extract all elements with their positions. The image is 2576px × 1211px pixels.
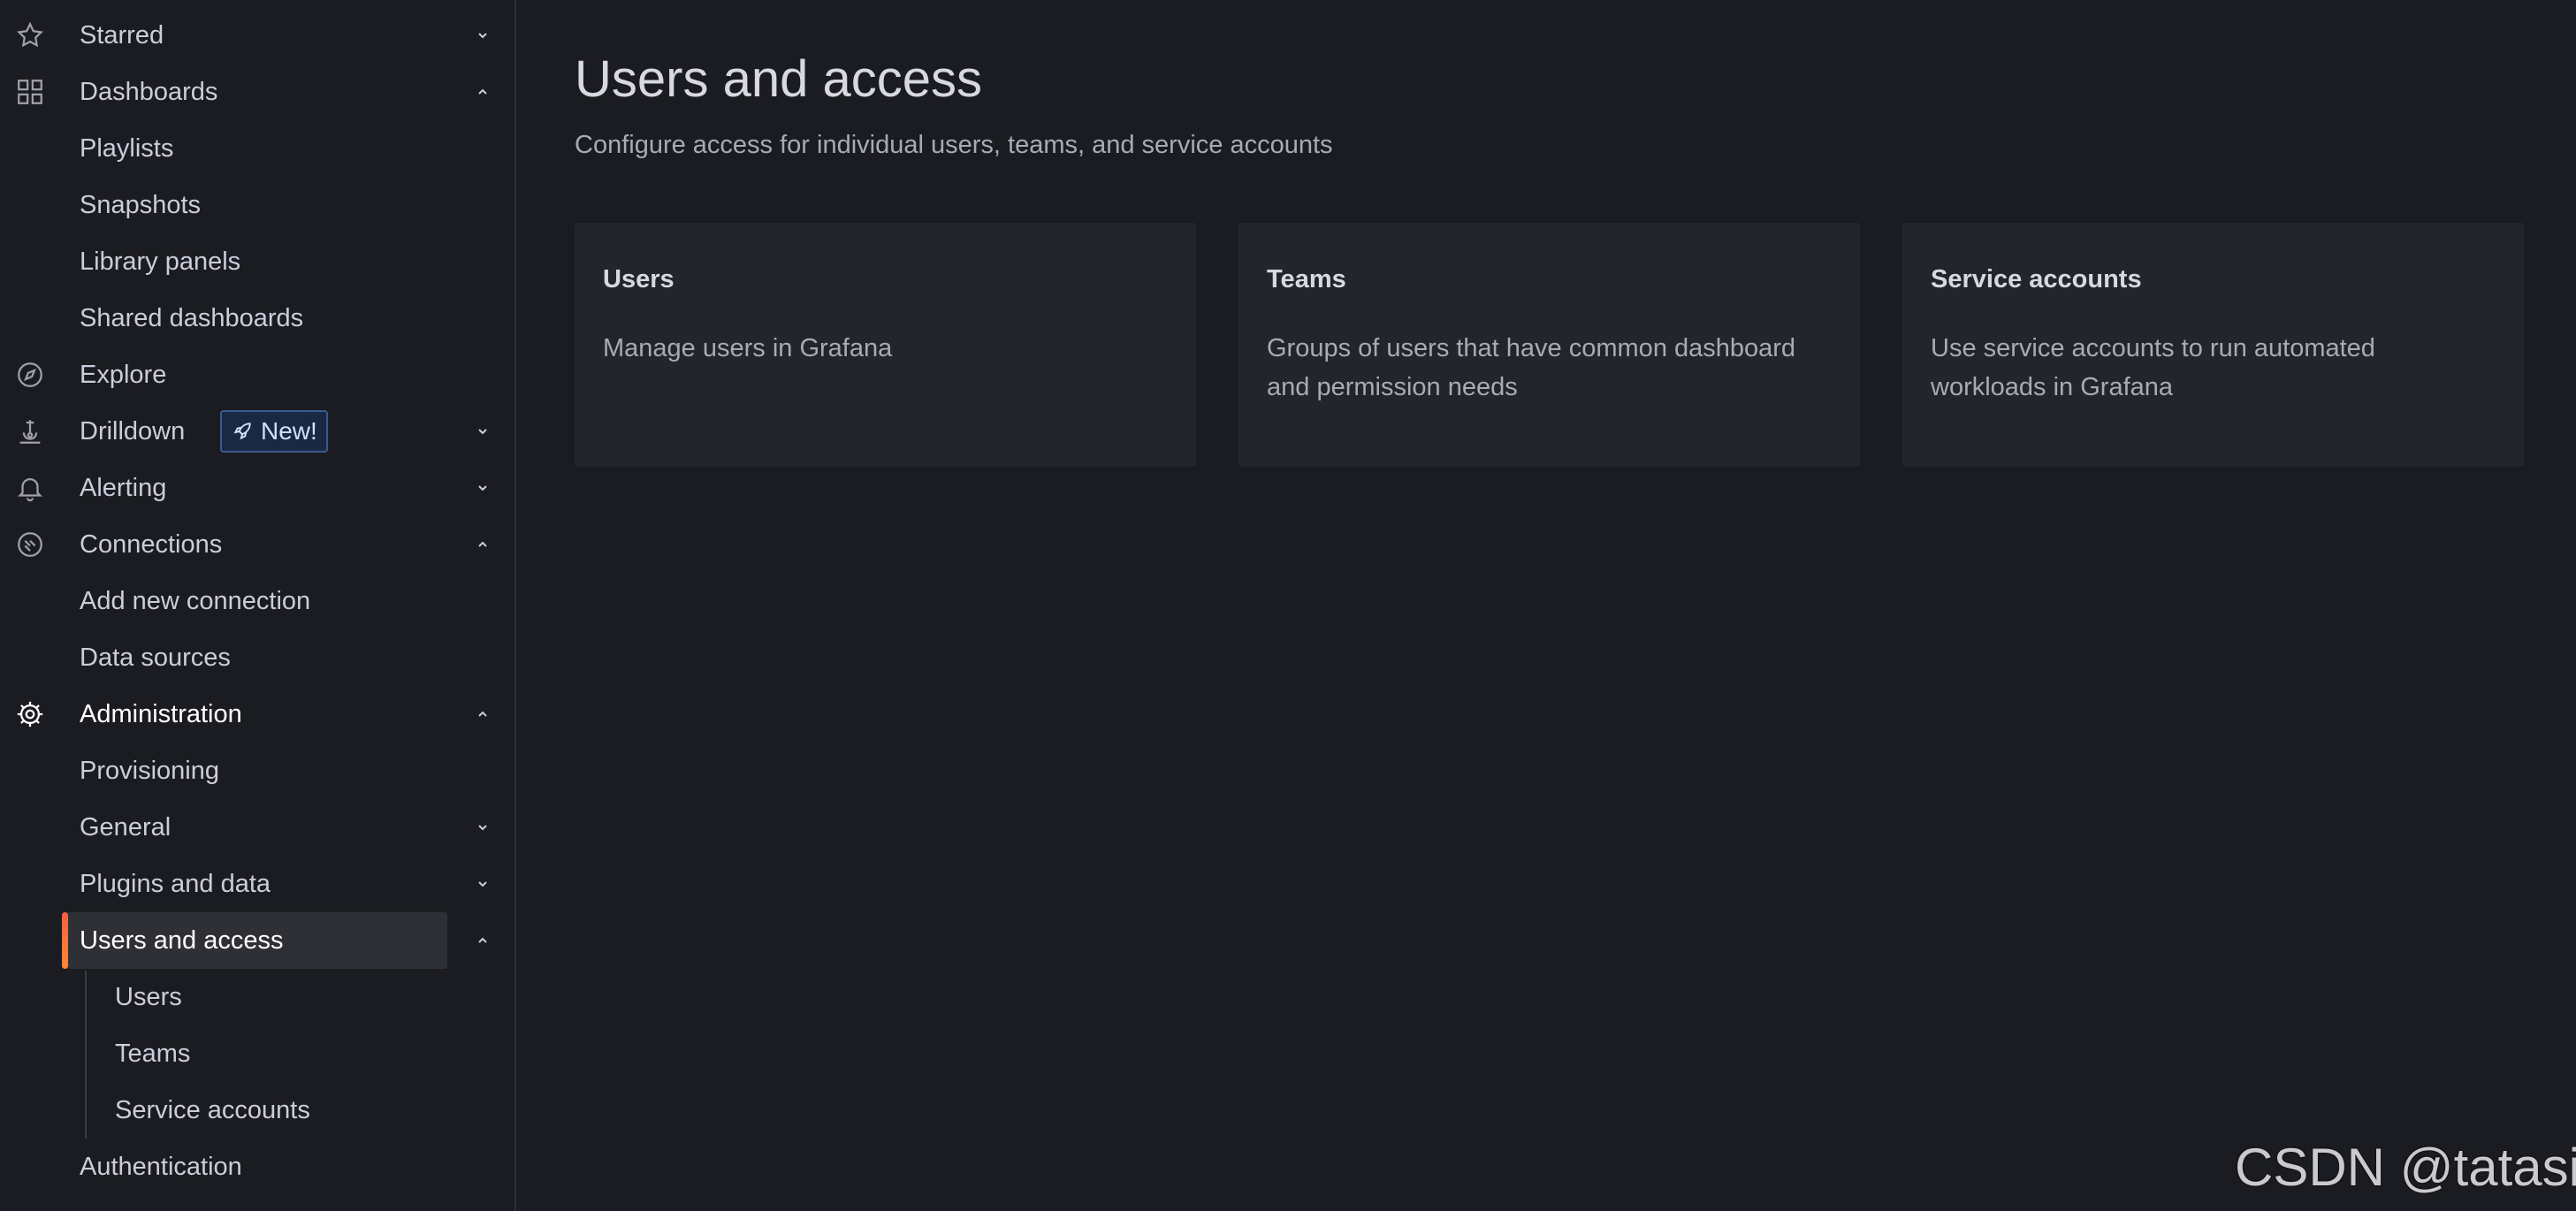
card-service-accounts[interactable]: Service accounts Use service accounts to…	[1902, 223, 2524, 467]
sidebar-item-service-accounts[interactable]: Service accounts	[0, 1082, 516, 1139]
watermark-text: CSDN @tatasix	[2235, 1138, 2576, 1197]
new-badge-label: New!	[261, 417, 317, 445]
chevron-down-icon[interactable]	[472, 421, 493, 442]
sidebar-item-users-and-access[interactable]: Users and access	[0, 912, 516, 969]
sidebar-item-label: Library panels	[80, 247, 241, 276]
sidebar-item-label: Users	[115, 982, 182, 1011]
sidebar-item-administration[interactable]: Administration	[0, 686, 516, 743]
card-title: Service accounts	[1931, 265, 2142, 293]
sidebar-item-add-new-connection[interactable]: Add new connection	[0, 573, 516, 629]
gear-icon	[12, 697, 48, 732]
sidebar-item-label: Alerting	[80, 473, 167, 502]
connections-icon	[12, 527, 48, 562]
sidebar-item-label: Starred	[80, 20, 164, 50]
sidebar-item-label: Add new connection	[80, 586, 311, 615]
sidebar-item-label: General	[80, 812, 171, 842]
sidebar-item-shared-dashboards[interactable]: Shared dashboards	[0, 290, 516, 347]
sidebar-item-label: Dashboards	[80, 77, 218, 106]
chevron-up-icon[interactable]	[472, 704, 493, 725]
page-title: Users and access	[575, 50, 982, 108]
sidebar-item-explore[interactable]: Explore	[0, 347, 516, 403]
dashboard-grid-icon	[12, 74, 48, 110]
new-badge: New!	[220, 410, 328, 453]
card-description: Use service accounts to run automated wo…	[1931, 334, 2375, 401]
sidebar-item-label: Users and access	[80, 925, 284, 955]
card-users[interactable]: Users Manage users in Grafana	[575, 223, 1196, 467]
chevron-down-icon[interactable]	[472, 873, 493, 895]
sidebar-item-label: Teams	[115, 1039, 191, 1068]
card-teams[interactable]: Teams Groups of users that have common d…	[1238, 223, 1860, 467]
sidebar-item-label: Data sources	[80, 643, 231, 672]
sidebar-item-label: Shared dashboards	[80, 303, 304, 332]
card-title: Teams	[1267, 265, 1346, 293]
sidebar-item-plugins-and-data[interactable]: Plugins and data	[0, 856, 516, 912]
card-description: Groups of users that have common dashboa…	[1267, 334, 1796, 401]
sidebar-item-dashboards[interactable]: Dashboards	[0, 64, 516, 120]
sidebar-item-general[interactable]: General	[0, 799, 516, 856]
card-title: Users	[603, 265, 674, 293]
chevron-up-icon[interactable]	[472, 930, 493, 951]
sidebar-item-authentication[interactable]: Authentication	[0, 1139, 516, 1195]
bell-icon	[12, 470, 48, 506]
sidebar-nav: Starred Dashboards Playlists Snapshots L…	[0, 0, 516, 1211]
sidebar-item-snapshots[interactable]: Snapshots	[0, 177, 516, 233]
chevron-down-icon[interactable]	[472, 25, 493, 46]
chevron-up-icon[interactable]	[472, 81, 493, 103]
sidebar-item-label: Provisioning	[80, 756, 219, 785]
sidebar-item-label: Explore	[80, 360, 167, 389]
sidebar-item-alerting[interactable]: Alerting	[0, 460, 516, 516]
sidebar-item-label: Administration	[80, 699, 242, 728]
sidebar-item-label: Connections	[80, 529, 223, 559]
sidebar-item-starred[interactable]: Starred	[0, 7, 516, 64]
chevron-down-icon[interactable]	[472, 477, 493, 499]
page-subtitle: Configure access for individual users, t…	[575, 131, 1333, 159]
chevron-up-icon[interactable]	[472, 534, 493, 555]
star-icon	[12, 18, 48, 53]
app-root: Starred Dashboards Playlists Snapshots L…	[0, 0, 2576, 1211]
rocket-icon	[233, 423, 251, 440]
sidebar-item-label: Playlists	[80, 133, 174, 163]
chevron-down-icon[interactable]	[472, 817, 493, 838]
sidebar-item-users[interactable]: Users	[0, 969, 516, 1025]
sidebar-item-teams[interactable]: Teams	[0, 1025, 516, 1082]
sidebar-item-label: Snapshots	[80, 190, 202, 219]
sidebar-item-label: Authentication	[80, 1152, 242, 1181]
sidebar-item-label: Drilldown	[80, 416, 186, 446]
card-description: Manage users in Grafana	[603, 334, 893, 362]
drilldown-icon	[12, 414, 48, 449]
sidebar-item-data-sources[interactable]: Data sources	[0, 629, 516, 686]
sidebar-item-playlists[interactable]: Playlists	[0, 120, 516, 177]
sidebar-item-label: Plugins and data	[80, 869, 271, 898]
sidebar-item-connections[interactable]: Connections	[0, 516, 516, 573]
sidebar-item-label: Service accounts	[115, 1095, 310, 1124]
compass-icon	[12, 357, 48, 392]
sidebar-item-library-panels[interactable]: Library panels	[0, 233, 516, 290]
sidebar-item-provisioning[interactable]: Provisioning	[0, 743, 516, 799]
